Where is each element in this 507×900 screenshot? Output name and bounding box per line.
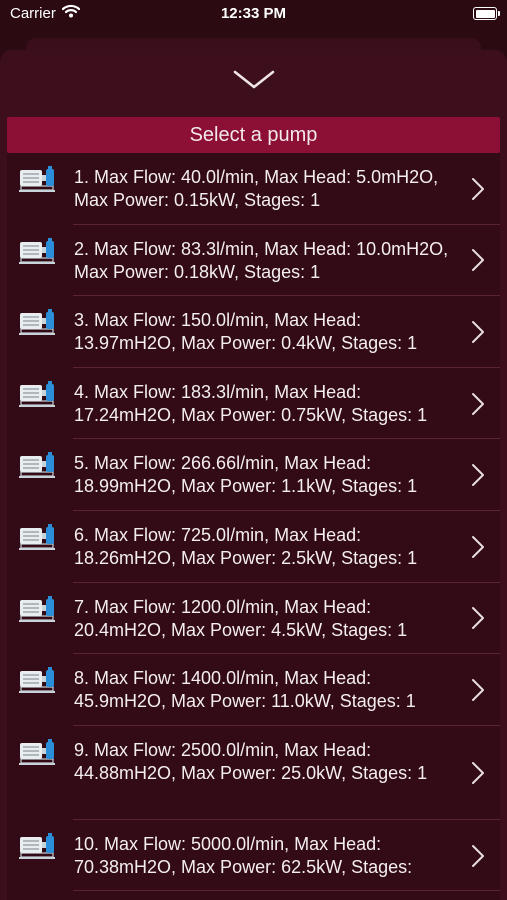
pump-icon [18, 666, 56, 694]
pump-label: 6. Max Flow: 725.0l/min, Max Head: 18.26… [74, 524, 418, 568]
pump-row[interactable]: 1. Max Flow: 40.0l/min, Max Head: 5.0mH2… [7, 153, 500, 225]
pump-row[interactable]: 3. Max Flow: 150.0l/min, Max Head: 13.97… [7, 296, 500, 368]
pump-label: 7. Max Flow: 1200.0l/min, Max Head: 20.4… [74, 596, 408, 640]
pump-icon [18, 165, 56, 193]
pump-row[interactable]: 2. Max Flow: 83.3l/min, Max Head: 10.0mH… [7, 225, 500, 297]
pump-row[interactable]: 7. Max Flow: 1200.0l/min, Max Head: 20.4… [7, 583, 500, 655]
chevron-right-icon [471, 463, 485, 487]
pump-row[interactable]: 5. Max Flow: 266.66l/min, Max Head: 18.9… [7, 439, 500, 511]
pump-label: 10. Max Flow: 5000.0l/min, Max Head: 70.… [74, 833, 413, 877]
chevron-right-icon [471, 844, 485, 868]
pump-icon [18, 832, 56, 860]
chevron-right-icon [471, 678, 485, 702]
battery-icon [473, 7, 500, 20]
pump-label: 3. Max Flow: 150.0l/min, Max Head: 13.97… [74, 310, 418, 354]
pump-row[interactable]: 8. Max Flow: 1400.0l/min, Max Head: 45.9… [7, 654, 500, 726]
pump-icon [18, 380, 56, 408]
pump-icon [18, 738, 56, 766]
pump-label: 2. Max Flow: 83.3l/min, Max Head: 10.0mH… [74, 238, 449, 282]
pump-list: 1. Max Flow: 40.0l/min, Max Head: 5.0mH2… [7, 153, 500, 900]
chevron-right-icon [471, 535, 485, 559]
pump-icon [18, 595, 56, 623]
pump-icon [18, 451, 56, 479]
chevron-down-icon[interactable] [233, 68, 275, 92]
chevron-right-icon [471, 392, 485, 416]
chevron-right-icon [471, 320, 485, 344]
pump-label: 8. Max Flow: 1400.0l/min, Max Head: 45.9… [74, 668, 416, 712]
pump-label: 9. Max Flow: 2500.0l/min, Max Head: 44.8… [74, 739, 428, 783]
pump-label: 1. Max Flow: 40.0l/min, Max Head: 5.0mH2… [74, 167, 439, 210]
pump-icon [18, 237, 56, 265]
chevron-right-icon [471, 606, 485, 630]
pump-row[interactable]: 6. Max Flow: 725.0l/min, Max Head: 18.26… [7, 511, 500, 583]
pump-label: 5. Max Flow: 266.66l/min, Max Head: 18.9… [74, 453, 418, 497]
pump-icon [18, 523, 56, 551]
pump-row[interactable]: 10. Max Flow: 5000.0l/min, Max Head: 70.… [7, 820, 500, 892]
pump-row[interactable]: 9. Max Flow: 2500.0l/min, Max Head: 44.8… [7, 726, 500, 820]
pump-icon [18, 308, 56, 336]
chevron-right-icon [471, 177, 485, 201]
section-header: Select a pump [7, 117, 500, 153]
status-time: 12:33 PM [220, 5, 287, 22]
status-bar: Carrier 12:33 PM [0, 0, 507, 30]
pump-label: 4. Max Flow: 183.3l/min, Max Head: 17.24… [74, 381, 428, 425]
chevron-right-icon [471, 248, 485, 272]
pump-row[interactable]: 4. Max Flow: 183.3l/min, Max Head: 17.24… [7, 368, 500, 440]
chevron-right-icon [471, 761, 485, 785]
pump-selection-sheet: Select a pump 1. Max Flow: 40.0l/min, Ma… [0, 50, 507, 900]
